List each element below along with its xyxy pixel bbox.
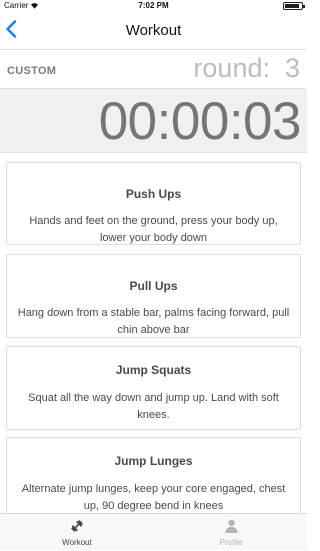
exercise-card[interactable]: Pull Ups Hang down from a stable bar, pa…	[6, 254, 301, 338]
dumbbell-icon	[71, 520, 83, 532]
page-title: Workout	[125, 22, 182, 39]
status-time: 7:02 PM	[138, 1, 169, 10]
exercise-description: Hang down from a stable bar, palms facin…	[17, 307, 290, 336]
exercise-list[interactable]: Push Ups Hands and feet on the ground, p…	[0, 153, 307, 513]
timer-panel: 00:00:03	[0, 88, 307, 153]
tab-profile[interactable]: Profile	[154, 514, 308, 551]
tab-workout[interactable]: Workout	[0, 514, 154, 551]
elapsed-timer: 00:00:03	[98, 92, 302, 151]
exercise-card[interactable]: Jump Lunges Alternate jump lunges, keep …	[6, 437, 301, 513]
workout-header: CUSTOM round: 3	[0, 51, 307, 87]
person-icon	[225, 519, 237, 533]
tab-label: Workout	[62, 538, 92, 547]
exercise-name: Jump Squats	[115, 363, 192, 377]
exercise-card[interactable]: Push Ups Hands and feet on the ground, p…	[6, 162, 301, 245]
tab-label: Profile	[219, 538, 243, 547]
exercise-name: Pull Ups	[129, 279, 178, 293]
navigation-bar: Workout	[0, 12, 307, 50]
exercise-description: Hands and feet on the ground, press your…	[29, 215, 278, 244]
exercise-name: Push Ups	[125, 187, 182, 201]
status-bar: Carrier 7:02 PM	[0, 0, 307, 12]
exercise-description: Squat all the way down and jump up. Land…	[28, 392, 279, 421]
exercise-description: Alternate jump lunges, keep your core en…	[21, 483, 286, 512]
workout-mode-label: CUSTOM	[7, 65, 57, 77]
battery-fill	[285, 4, 299, 8]
tab-bar: Workout Profile	[0, 513, 307, 550]
exercise-card[interactable]: Jump Squats Squat all the way down and j…	[6, 346, 301, 430]
round-counter: round: 3	[193, 53, 300, 83]
battery-icon	[283, 2, 305, 10]
exercise-name: Jump Lunges	[114, 454, 193, 468]
